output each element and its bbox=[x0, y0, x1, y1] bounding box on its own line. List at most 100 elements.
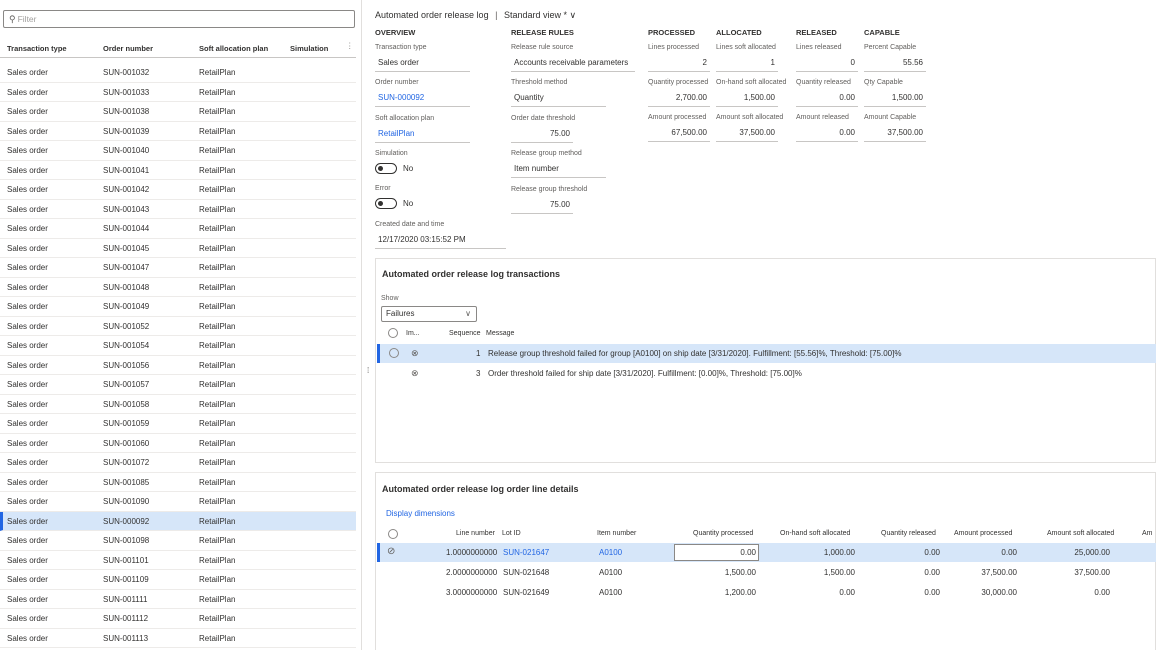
list-item[interactable]: Sales order SUN-001054 RetailPlan bbox=[0, 336, 356, 356]
column-options-icon[interactable]: ⋮ bbox=[346, 41, 354, 50]
list-item[interactable]: Sales order SUN-001052 RetailPlan bbox=[0, 317, 356, 336]
select-all-radio[interactable] bbox=[388, 529, 398, 539]
list-item[interactable]: Sales order SUN-001032 RetailPlan bbox=[0, 63, 356, 83]
list-item[interactable]: Sales order SUN-001038 RetailPlan bbox=[0, 102, 356, 122]
order-number-cell: SUN-001044 bbox=[103, 224, 150, 233]
released-section: RELEASED bbox=[796, 28, 837, 37]
col-quantity-processed[interactable]: Quantity processed bbox=[693, 530, 753, 537]
table-row[interactable]: ⊘ 1.0000000000 SUN-021647 A0100 0.00 1,0… bbox=[377, 543, 1156, 562]
list-item[interactable]: Sales order SUN-001112 RetailPlan bbox=[0, 609, 356, 629]
order-number-cell: SUN-001040 bbox=[103, 146, 150, 155]
col-lot-id[interactable]: Lot ID bbox=[502, 530, 521, 537]
order-number-cell: SUN-001056 bbox=[103, 360, 150, 370]
list-item[interactable]: Sales order SUN-001047 RetailPlan bbox=[0, 258, 356, 278]
line-number-cell: 1.0000000000 bbox=[446, 548, 498, 557]
soft-allocation-plan-cell: RetailPlan bbox=[199, 399, 236, 409]
col-item-number[interactable]: Item number bbox=[597, 530, 636, 537]
view-selector[interactable]: Standard view * ∨ bbox=[504, 10, 576, 20]
select-all-radio[interactable] bbox=[388, 328, 398, 338]
list-item[interactable]: Sales order SUN-001090 RetailPlan bbox=[0, 492, 356, 512]
release-group-method-value: Item number bbox=[511, 162, 606, 178]
col-order-number[interactable]: Order number bbox=[103, 44, 153, 53]
display-dimensions-button[interactable]: Display dimensions bbox=[386, 509, 455, 518]
row-select-radio[interactable] bbox=[389, 348, 399, 358]
pane-splitter[interactable]: ⁞ bbox=[367, 366, 369, 375]
col-transaction-type[interactable]: Transaction type bbox=[7, 44, 67, 53]
show-value: Failures bbox=[386, 309, 415, 318]
order-number-cell: SUN-001109 bbox=[103, 575, 149, 584]
line-number-cell: 2.0000000000 bbox=[446, 568, 498, 577]
col-message[interactable]: Message bbox=[486, 330, 514, 337]
list-item[interactable]: Sales order SUN-001049 RetailPlan bbox=[0, 297, 356, 317]
line-details-panel: Automated order release log order line d… bbox=[375, 472, 1156, 650]
view-name: Standard view * bbox=[503, 10, 567, 20]
order-number-cell: SUN-001049 bbox=[103, 302, 150, 311]
error-toggle[interactable] bbox=[375, 198, 397, 209]
col-amount-processed[interactable]: Amount processed bbox=[954, 530, 1012, 537]
filter-placeholder: Filter bbox=[17, 14, 37, 24]
onhand-soft-allocated-value: 1,500.00 bbox=[716, 91, 778, 107]
qty-capable-label: Qty Capable bbox=[864, 79, 903, 86]
list-item[interactable]: Sales order SUN-001113 RetailPlan bbox=[0, 629, 356, 648]
soft-plan-link[interactable]: RetailPlan bbox=[375, 127, 470, 143]
list-item[interactable]: Sales order SUN-001039 RetailPlan bbox=[0, 122, 356, 141]
soft-allocation-plan-cell: RetailPlan bbox=[199, 107, 236, 116]
soft-allocation-plan-cell: RetailPlan bbox=[199, 87, 236, 97]
order-number-link[interactable]: SUN-000092 bbox=[375, 91, 470, 107]
col-truncated[interactable]: Am bbox=[1142, 530, 1153, 537]
item-number-link[interactable]: A0100 bbox=[599, 548, 622, 557]
transaction-type-cell: Sales order bbox=[7, 204, 48, 214]
col-line-number[interactable]: Line number bbox=[456, 530, 495, 537]
col-onhand-soft-allocated[interactable]: On-hand soft allocated bbox=[780, 530, 850, 537]
soft-allocation-plan-cell: RetailPlan bbox=[199, 516, 236, 526]
list-item[interactable]: Sales order SUN-001059 RetailPlan bbox=[0, 414, 356, 434]
order-number-cell: SUN-001111 bbox=[103, 594, 148, 604]
simulation-toggle[interactable] bbox=[375, 163, 397, 174]
order-number-cell: SUN-001090 bbox=[103, 497, 150, 506]
col-sequence[interactable]: Sequence bbox=[449, 330, 481, 337]
order-number-cell: SUN-001057 bbox=[103, 380, 150, 389]
col-quantity-released[interactable]: Quantity released bbox=[881, 530, 936, 537]
list-item[interactable]: Sales order SUN-001048 RetailPlan bbox=[0, 278, 356, 297]
list-item[interactable]: Sales order SUN-001072 RetailPlan bbox=[0, 453, 356, 473]
list-item[interactable]: Sales order SUN-001044 RetailPlan bbox=[0, 219, 356, 239]
list-item[interactable]: Sales order SUN-001060 RetailPlan bbox=[0, 434, 356, 453]
qty-released-cell: 0.00 bbox=[924, 568, 940, 577]
table-row[interactable]: 2.0000000000 SUN-021648 A0100 1,500.00 1… bbox=[377, 563, 1156, 582]
list-item[interactable]: Sales order SUN-001042 RetailPlan bbox=[0, 180, 356, 200]
qty-released-cell: 0.00 bbox=[924, 548, 940, 557]
amount-soft-allocated-label: Amount soft allocated bbox=[716, 114, 784, 121]
list-item[interactable]: Sales order SUN-001101 RetailPlan bbox=[0, 551, 356, 570]
list-item[interactable]: Sales order SUN-001033 RetailPlan bbox=[0, 83, 356, 102]
col-simulation[interactable]: Simulation bbox=[290, 44, 328, 53]
list-item[interactable]: Sales order SUN-001058 RetailPlan bbox=[0, 395, 356, 414]
sequence-cell: 3 bbox=[476, 369, 481, 378]
quantity-processed-cell: 1,500.00 bbox=[724, 568, 756, 577]
table-row[interactable]: 3.0000000000 SUN-021649 A0100 1,200.00 0… bbox=[377, 583, 1156, 602]
list-item[interactable]: Sales order SUN-001056 RetailPlan bbox=[0, 356, 356, 375]
show-select[interactable]: Failures ∨ bbox=[381, 306, 477, 322]
list-item[interactable]: Sales order SUN-001045 RetailPlan bbox=[0, 239, 356, 258]
transaction-type-cell: Sales order bbox=[7, 107, 48, 116]
list-item[interactable]: Sales order SUN-001040 RetailPlan bbox=[0, 141, 356, 161]
list-item[interactable]: Sales order SUN-001109 RetailPlan bbox=[0, 570, 356, 590]
simulation-value: No bbox=[403, 164, 414, 173]
list-item[interactable]: Sales order SUN-001098 RetailPlan bbox=[0, 531, 356, 551]
col-soft-allocation-plan[interactable]: Soft allocation plan bbox=[199, 44, 268, 53]
order-number-cell: SUN-001041 bbox=[103, 165, 150, 175]
list-item[interactable]: Sales order SUN-000092 RetailPlan bbox=[0, 511, 356, 531]
onhand-soft-allocated-label: On-hand soft allocated bbox=[716, 79, 787, 86]
col-im[interactable]: Im... bbox=[406, 330, 420, 337]
table-row[interactable]: ⊗ 1 Release group threshold failed for g… bbox=[377, 344, 1156, 363]
col-amount-soft-allocated[interactable]: Amount soft allocated bbox=[1047, 530, 1114, 537]
lot-id-link[interactable]: SUN-021647 bbox=[503, 548, 549, 557]
list-item[interactable]: Sales order SUN-001057 RetailPlan bbox=[0, 375, 356, 395]
list-item[interactable]: Sales order SUN-001041 RetailPlan bbox=[0, 161, 356, 180]
chevron-down-icon: ∨ bbox=[465, 309, 471, 318]
list-item[interactable]: Sales order SUN-001111 RetailPlan bbox=[0, 590, 356, 609]
filter-input[interactable]: ⚲ Filter bbox=[3, 10, 355, 28]
list-item[interactable]: Sales order SUN-001043 RetailPlan bbox=[0, 200, 356, 219]
table-row[interactable]: ⊗ 3 Order threshold failed for ship date… bbox=[377, 364, 1156, 383]
list-item[interactable]: Sales order SUN-001085 RetailPlan bbox=[0, 473, 356, 492]
transaction-type-label: Transaction type bbox=[375, 44, 427, 51]
